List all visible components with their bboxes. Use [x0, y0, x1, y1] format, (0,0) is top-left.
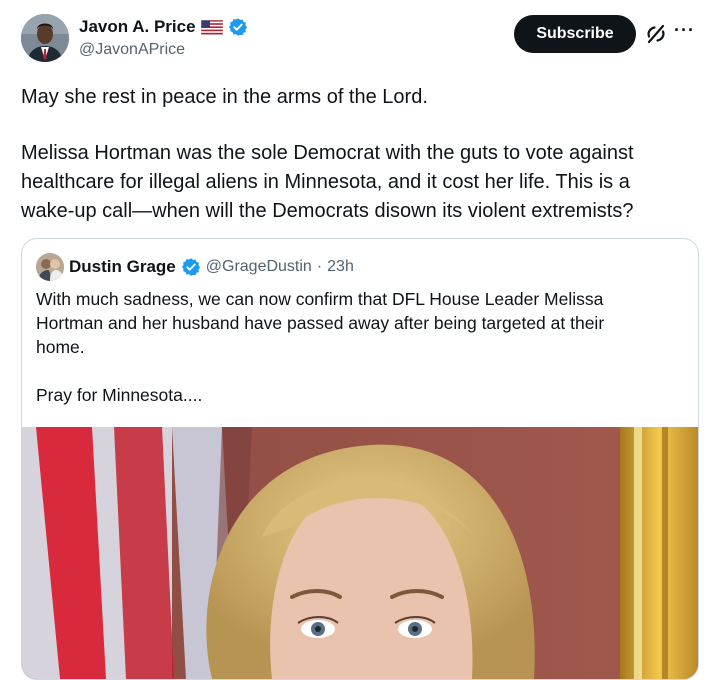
quoted-author-name[interactable]: Dustin Grage [69, 257, 176, 277]
quoted-post-text: With much sadness, we can now confirm th… [36, 287, 676, 407]
author-handle[interactable]: @JavonAPrice [79, 41, 185, 59]
quoted-post-photo[interactable] [22, 427, 698, 679]
verified-badge-icon[interactable] [228, 17, 248, 37]
quoted-text-line: Pray for Minnesota.... [36, 385, 203, 405]
quoted-post-time[interactable]: 23h [327, 258, 354, 276]
quoted-author-avatar[interactable] [36, 253, 64, 281]
post-header: Javon A. Price @JavonAPrice Subscribe ··… [0, 0, 720, 80]
subscribe-button[interactable]: Subscribe [514, 15, 636, 53]
quoted-post-header: Dustin Grage @GrageDustin · 23h [36, 253, 354, 281]
grok-icon[interactable] [644, 22, 668, 46]
post-text: May she rest in peace in the arms of the… [21, 83, 701, 226]
post-text-line: Melissa Hortman was the sole Democrat wi… [21, 142, 634, 164]
separator-dot: · [316, 258, 323, 275]
more-icon[interactable]: ··· [674, 20, 702, 44]
post-text-line: healthcare for illegal aliens in Minneso… [21, 171, 630, 193]
author-avatar[interactable] [21, 14, 69, 62]
verified-badge-icon[interactable] [181, 257, 201, 277]
quoted-text-line: home. [36, 337, 85, 357]
quoted-post[interactable]: Dustin Grage @GrageDustin · 23h With muc… [21, 238, 699, 680]
quoted-text-line: With much sadness, we can now confirm th… [36, 289, 604, 309]
author-name-text[interactable]: Javon A. Price [79, 17, 196, 37]
quoted-author-handle[interactable]: @GrageDustin [206, 258, 312, 276]
author-name[interactable]: Javon A. Price [79, 17, 248, 37]
post-text-line: May she rest in peace in the arms of the… [21, 86, 428, 108]
us-flag-icon [200, 19, 223, 35]
post-text-line: wake-up call—when will the Democrats dis… [21, 200, 634, 222]
quoted-text-line: Hortman and her husband have passed away… [36, 313, 605, 333]
